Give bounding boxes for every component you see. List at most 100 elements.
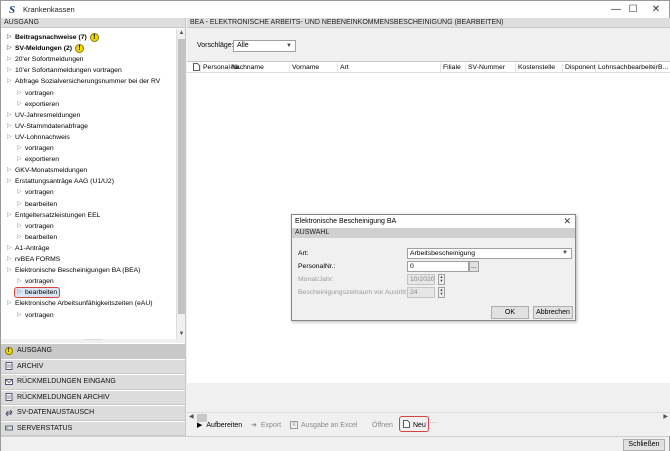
archive-icon <box>4 393 13 402</box>
art-value: Arbeitsbescheinigung <box>410 250 475 257</box>
tree-item[interactable]: ▷ Erstattungsanträge AAG (U1/U2) <box>7 176 114 187</box>
monat-spinner[interactable]: ▲ ▼ <box>438 274 445 285</box>
nav-item-sv-datenaustausch[interactable]: SV-DATENAUSTAUSCH <box>1 405 185 421</box>
expand-arrow-icon[interactable]: ▷ <box>7 243 12 254</box>
expand-arrow-icon[interactable]: ▷ <box>17 199 22 210</box>
tree-child-item[interactable]: ▷ bearbeiten <box>17 232 57 243</box>
expand-arrow-icon[interactable]: ▷ <box>7 176 12 187</box>
nav-item-r-ckmeldungen-archiv[interactable]: RÜCKMELDUNGEN ARCHIV <box>1 389 185 405</box>
expand-arrow-icon[interactable]: ▷ <box>7 132 12 143</box>
tree-child-item[interactable]: ▷ bearbeiten <box>17 199 57 210</box>
scroll-down-icon[interactable]: ▼ <box>177 330 186 339</box>
expand-arrow-icon[interactable]: ▷ <box>17 99 22 110</box>
expand-arrow-icon[interactable]: ▷ <box>7 54 12 65</box>
column-header[interactable]: Lohnsachbearbeiter <box>595 63 658 72</box>
dialog-close-icon[interactable]: ✕ <box>563 215 571 228</box>
expand-arrow-icon[interactable]: ▷ <box>17 143 22 154</box>
expand-arrow-icon[interactable]: ▷ <box>7 65 12 76</box>
tree-child-item[interactable]: ▷ bearbeiten <box>17 287 57 298</box>
expand-arrow-icon[interactable]: ▷ <box>17 221 22 232</box>
art-select[interactable]: Arbeitsbescheinigung ▼ <box>407 248 572 259</box>
nav-item-serverstatus[interactable]: SERVERSTATUS <box>1 420 185 436</box>
tree-item-label: A1-Anträge <box>15 244 50 252</box>
column-header[interactable]: Filiale <box>440 63 461 72</box>
expand-arrow-icon[interactable]: ▷ <box>17 88 22 99</box>
export-button[interactable]: ➜ Export <box>251 419 281 431</box>
expand-arrow-icon[interactable]: ▷ <box>17 310 22 321</box>
title-bar: S Krankenkassen — ☐ ✕ <box>1 1 669 18</box>
ok-button[interactable]: OK <box>491 306 529 319</box>
tree-item[interactable]: ▷ UV-Jahresmeldungen <box>7 110 81 121</box>
personalnr-field[interactable]: 0 <box>407 261 469 272</box>
tree-child-item[interactable]: ▷ vortragen <box>17 187 54 198</box>
app-logo-icon: S <box>8 3 16 16</box>
tree-item[interactable]: ▷ SV-Meldungen (2)! <box>7 43 85 54</box>
new-document-icon <box>403 420 410 430</box>
tree-item[interactable]: ▷ Beitragsnachweise (7)! <box>7 32 99 43</box>
tree-item[interactable]: ▷ Entgeltersatzleistungen EEL <box>7 210 100 221</box>
tree-item[interactable]: ▷ 20'er Sofortmeldungen <box>7 54 84 65</box>
column-header[interactable]: Disponent <box>562 63 596 72</box>
scrollbar-thumb[interactable] <box>178 39 185 314</box>
tree-item[interactable]: ▷ 10'er Sofortanmeldungen vortragen <box>7 65 122 76</box>
tree-child-item[interactable]: ▷ exportieren <box>17 154 59 165</box>
abbrechen-button[interactable]: Abbrechen <box>533 306 573 319</box>
column-header[interactable]: Art <box>337 63 349 72</box>
tree-item[interactable]: ▷ Abfrage Sozialversicherungsnummer bei d… <box>7 76 160 87</box>
tree-child-item[interactable]: ▷ vortragen <box>17 88 54 99</box>
tree-item[interactable]: ▷ UV-Stammdatenabfrage <box>7 121 88 132</box>
expand-arrow-icon[interactable]: ▷ <box>7 265 12 276</box>
tree-item[interactable]: ▷ A1-Anträge <box>7 243 50 254</box>
tree-child-item[interactable]: ▷ vortragen <box>17 143 54 154</box>
neu-button[interactable]: Neu <box>403 419 426 431</box>
expand-arrow-icon[interactable]: ▷ <box>7 43 12 54</box>
expand-arrow-icon[interactable]: ▷ <box>7 254 12 265</box>
expand-arrow-icon[interactable]: ▷ <box>7 121 12 132</box>
nav-item-label: RÜCKMELDUNGEN ARCHIV <box>17 393 110 401</box>
expand-arrow-icon[interactable]: ▷ <box>7 32 12 43</box>
tree-child-item[interactable]: ▷ exportieren <box>17 99 59 110</box>
column-header[interactable]: Vorname <box>289 63 319 72</box>
monat-field[interactable]: 10/2020 <box>407 274 435 285</box>
column-header[interactable]: Kostenstelle <box>515 63 555 72</box>
expand-arrow-icon[interactable]: ▷ <box>17 154 22 165</box>
expand-arrow-icon[interactable]: ▷ <box>7 110 12 121</box>
column-header[interactable]: Nachname <box>228 63 264 72</box>
schliessen-button[interactable]: Schließen <box>623 439 665 451</box>
expand-arrow-icon[interactable]: ▷ <box>7 165 12 176</box>
tree-item-label: vortragen <box>25 311 54 319</box>
tree-child-item[interactable]: ▷ vortragen <box>17 221 54 232</box>
expand-arrow-icon[interactable]: ▷ <box>17 187 22 198</box>
column-header[interactable]: B... <box>655 63 668 72</box>
tree-item[interactable]: ▷ Elektronische Bescheinigungen BA (BEA) <box>7 265 140 276</box>
expand-arrow-icon[interactable]: ▷ <box>7 76 12 87</box>
expand-arrow-icon[interactable]: ▷ <box>7 210 12 221</box>
ausgabe-excel-button[interactable]: X Ausgabe an Excel <box>290 419 357 431</box>
tree-scrollbar[interactable]: ▲ ▼ <box>176 29 185 339</box>
scroll-up-icon[interactable]: ▲ <box>177 29 186 38</box>
zeitraum-field[interactable]: 24 <box>407 287 435 298</box>
expand-arrow-icon[interactable]: ▷ <box>17 276 22 287</box>
excel-icon: X <box>290 421 298 429</box>
tree-item[interactable]: ▷ UV-Lohnnachweis <box>7 132 70 143</box>
column-header[interactable]: SV-Nummer <box>465 63 505 72</box>
expand-arrow-icon[interactable]: ▷ <box>17 232 22 243</box>
tree-child-item[interactable]: ▷ vortragen <box>17 310 54 321</box>
nav-item-r-ckmeldungen-eingang[interactable]: RÜCKMELDUNGEN EINGANG <box>1 374 185 390</box>
nav-item-archiv[interactable]: ARCHIV <box>1 358 185 374</box>
aufbereiten-button[interactable]: ▶ Aufbereiten <box>197 419 242 431</box>
nav-item-ausgang[interactable]: ! AUSGANG <box>1 343 185 359</box>
tree-item[interactable]: ▷ rvBEA FORMS <box>7 254 60 265</box>
tree-item[interactable]: ▷ GKV-Monatsmeldungen <box>7 165 87 176</box>
expand-arrow-icon[interactable]: ▷ <box>7 298 12 309</box>
tree-child-item[interactable]: ▷ vortragen <box>17 276 54 287</box>
tree-item-label: UV-Jahresmeldungen <box>15 111 81 119</box>
oeffnen-button[interactable]: Öffnen <box>372 419 393 431</box>
personalnr-browse-button[interactable]: ... <box>469 261 479 272</box>
tree-item-label: UV-Lohnnachweis <box>15 133 70 141</box>
vorschlaege-select[interactable]: Alle ▼ <box>233 40 296 52</box>
expand-arrow-icon[interactable]: ▷ <box>17 287 22 298</box>
close-button[interactable]: ✕ <box>641 1 670 18</box>
zeitraum-spinner[interactable]: ▲ ▼ <box>438 287 445 298</box>
tree-item[interactable]: ▷ Elektronische Arbeitsunfähigkeitszeiten… <box>7 298 153 309</box>
